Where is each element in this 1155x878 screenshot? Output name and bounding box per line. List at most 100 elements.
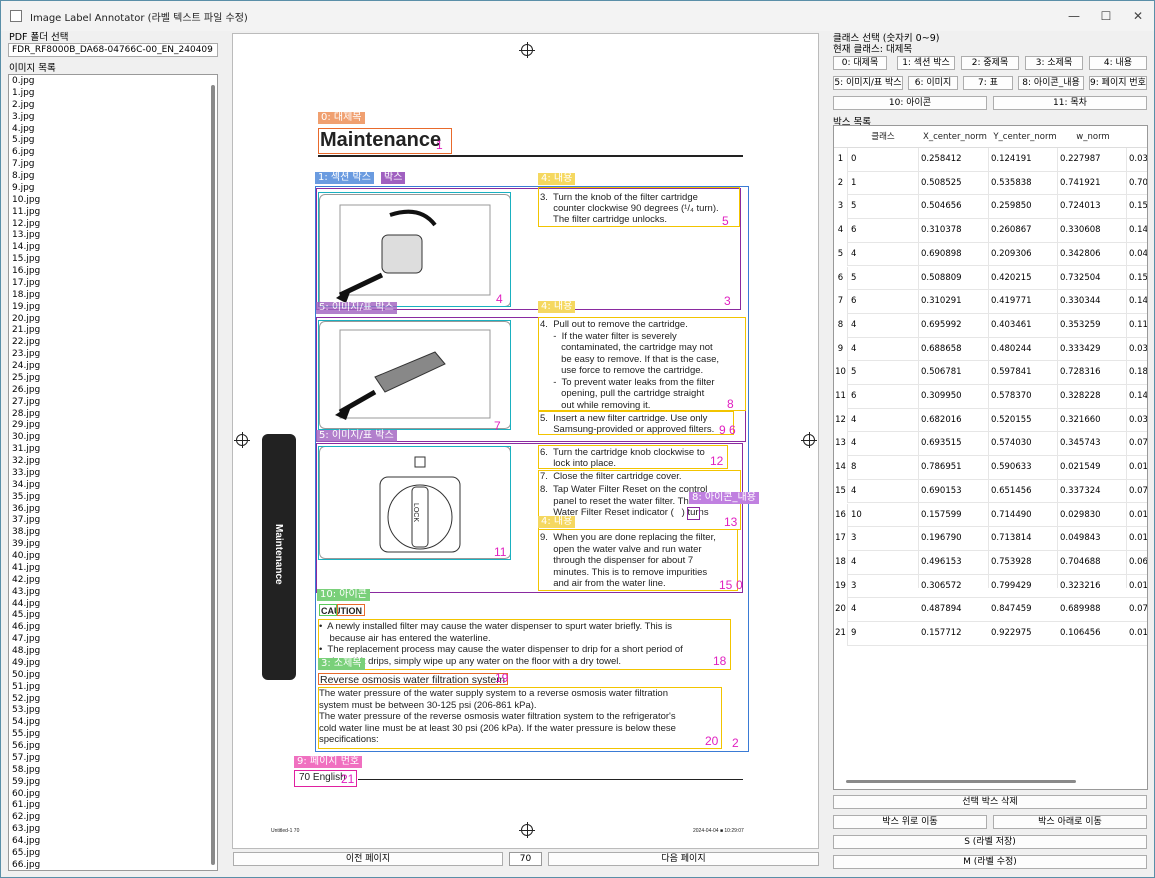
delete-box-button[interactable]: 선택 박스 삭제	[833, 795, 1147, 809]
image-list-item[interactable]: 32.jpg	[9, 455, 217, 467]
image-list-item[interactable]: 7.jpg	[9, 158, 217, 170]
image-list-item[interactable]: 53.jpg	[9, 704, 217, 716]
image-list-item[interactable]: 54.jpg	[9, 716, 217, 728]
image-list-item[interactable]: 40.jpg	[9, 550, 217, 562]
modify-label-button[interactable]: M (라벨 수정)	[833, 855, 1147, 869]
image-list-item[interactable]: 2.jpg	[9, 99, 217, 111]
image-list-item[interactable]: 3.jpg	[9, 111, 217, 123]
table-row[interactable]: 16 10 0.157599 0.714490 0.029830 0.01	[834, 503, 1147, 528]
class-button-0[interactable]: 0: 대제목	[833, 56, 887, 70]
image-list-item[interactable]: 25.jpg	[9, 372, 217, 384]
table-row[interactable]: 11 6 0.309950 0.578370 0.328228 0.14	[834, 385, 1147, 409]
image-list-item[interactable]: 52.jpg	[9, 693, 217, 705]
image-list-item[interactable]: 26.jpg	[9, 384, 217, 396]
image-list-item[interactable]: 50.jpg	[9, 669, 217, 681]
table-row[interactable]: 18 4 0.496153 0.753928 0.704688 0.06	[834, 550, 1147, 575]
close-button[interactable]: ✕	[1122, 1, 1154, 31]
image-list-item[interactable]: 33.jpg	[9, 467, 217, 479]
image-list-item[interactable]: 12.jpg	[9, 218, 217, 230]
table-row[interactable]: 5 4 0.690898 0.209306 0.342806 0.04	[834, 242, 1147, 267]
image-list-item[interactable]: 42.jpg	[9, 574, 217, 586]
image-list-item[interactable]: 61.jpg	[9, 799, 217, 811]
image-list-item[interactable]: 30.jpg	[9, 431, 217, 443]
image-list-item[interactable]: 60.jpg	[9, 788, 217, 800]
image-list-item[interactable]: 8.jpg	[9, 170, 217, 182]
image-list-item[interactable]: 44.jpg	[9, 598, 217, 610]
table-row[interactable]: 7 6 0.310291 0.419771 0.330344 0.14	[834, 290, 1147, 314]
table-row[interactable]: 9 4 0.688658 0.480244 0.333429 0.03	[834, 337, 1147, 362]
class-button-11[interactable]: 11: 목차	[993, 96, 1147, 110]
image-list-item[interactable]: 19.jpg	[9, 301, 217, 313]
box-table[interactable]: 클래스 X_center_norm Y_center_norm w_norm 1…	[833, 125, 1148, 790]
bbox-4[interactable]	[538, 187, 740, 227]
bbox-6[interactable]	[318, 320, 511, 430]
image-list-item[interactable]: 36.jpg	[9, 503, 217, 515]
image-list-item[interactable]: 57.jpg	[9, 752, 217, 764]
maximize-button[interactable]: ☐	[1090, 1, 1122, 31]
image-list-item[interactable]: 11.jpg	[9, 206, 217, 218]
image-list-item[interactable]: 6.jpg	[9, 146, 217, 158]
image-list-item[interactable]: 48.jpg	[9, 645, 217, 657]
image-list-item[interactable]: 21.jpg	[9, 324, 217, 336]
minimize-button[interactable]: —	[1058, 1, 1090, 31]
image-list-item[interactable]: 24.jpg	[9, 360, 217, 372]
class-button-4[interactable]: 4: 내용	[1089, 56, 1147, 70]
table-row[interactable]: 17 3 0.196790 0.713814 0.049843 0.01	[834, 527, 1147, 551]
move-box-down-button[interactable]: 박스 아래로 이동	[993, 815, 1147, 829]
bbox-11[interactable]	[538, 445, 728, 469]
image-list-scrollbar[interactable]	[211, 85, 215, 865]
image-list-item[interactable]: 58.jpg	[9, 764, 217, 776]
image-list-item[interactable]: 0.jpg	[9, 75, 217, 87]
bbox-16[interactable]	[337, 604, 365, 616]
table-row[interactable]: 12 4 0.682016 0.520155 0.321660 0.03	[834, 408, 1147, 433]
bbox-10[interactable]	[318, 446, 511, 560]
next-page-button[interactable]: 다음 페이지	[548, 852, 819, 866]
folder-select[interactable]: FDR_RF8000B_DA68-04766C-00_EN_240409 ⌄	[8, 43, 218, 57]
table-row[interactable]: 15 4 0.690153 0.651456 0.337324 0.07	[834, 479, 1147, 504]
table-row[interactable]: 6 5 0.508809 0.420215 0.732504 0.15	[834, 266, 1147, 291]
image-list-item[interactable]: 1.jpg	[9, 87, 217, 99]
image-list-item[interactable]: 37.jpg	[9, 514, 217, 526]
table-row[interactable]: 8 4 0.695992 0.403461 0.353259 0.11	[834, 313, 1147, 338]
image-list-item[interactable]: 35.jpg	[9, 491, 217, 503]
table-row[interactable]: 20 4 0.487894 0.847459 0.689988 0.07	[834, 598, 1147, 622]
bbox-17[interactable]	[318, 619, 731, 670]
class-button-3[interactable]: 3: 소제목	[1025, 56, 1083, 70]
document-canvas[interactable]: Maintenance Maintenance LOCK 3. Turn the…	[232, 33, 819, 849]
image-list-item[interactable]: 66.jpg	[9, 859, 217, 870]
bbox-18[interactable]	[318, 673, 508, 685]
image-list-item[interactable]: 43.jpg	[9, 586, 217, 598]
class-button-9[interactable]: 9: 페이지 번호	[1089, 76, 1147, 90]
image-list-item[interactable]: 56.jpg	[9, 740, 217, 752]
save-label-button[interactable]: S (라벨 저장)	[833, 835, 1147, 849]
image-list-item[interactable]: 20.jpg	[9, 313, 217, 325]
table-row[interactable]: 4 6 0.310378 0.260867 0.330608 0.14	[834, 219, 1147, 243]
image-list-item[interactable]: 10.jpg	[9, 194, 217, 206]
table-row[interactable]: 1 0 0.258412 0.124191 0.227987 0.03	[834, 148, 1147, 172]
image-list-item[interactable]: 55.jpg	[9, 728, 217, 740]
image-list-item[interactable]: 13.jpg	[9, 229, 217, 241]
image-list-item[interactable]: 41.jpg	[9, 562, 217, 574]
table-row[interactable]: 2 1 0.508525 0.535838 0.741921 0.70	[834, 171, 1147, 196]
image-list-item[interactable]: 38.jpg	[9, 526, 217, 538]
image-list-item[interactable]: 47.jpg	[9, 633, 217, 645]
class-button-7[interactable]: 7: 표	[963, 76, 1013, 90]
image-list-item[interactable]: 9.jpg	[9, 182, 217, 194]
table-row[interactable]: 10 5 0.506781 0.597841 0.728316 0.18	[834, 361, 1147, 385]
bbox-3[interactable]	[318, 192, 511, 307]
image-list-item[interactable]: 27.jpg	[9, 396, 217, 408]
bbox-19[interactable]	[318, 687, 722, 749]
image-list-item[interactable]: 51.jpg	[9, 681, 217, 693]
image-list-item[interactable]: 23.jpg	[9, 348, 217, 360]
class-button-6[interactable]: 6: 이미지	[908, 76, 958, 90]
class-button-1[interactable]: 1: 섹션 박스	[897, 56, 955, 70]
image-list-item[interactable]: 34.jpg	[9, 479, 217, 491]
image-list-item[interactable]: 59.jpg	[9, 776, 217, 788]
table-row[interactable]: 13 4 0.693515 0.574030 0.345743 0.07	[834, 432, 1147, 457]
image-list-item[interactable]: 29.jpg	[9, 419, 217, 431]
table-hscrollbar[interactable]	[846, 780, 1076, 783]
table-row[interactable]: 21 9 0.157712 0.922975 0.106456 0.01	[834, 622, 1147, 646]
image-list-item[interactable]: 49.jpg	[9, 657, 217, 669]
image-list[interactable]: 0.jpg 1.jpg 2.jpg 3.jpg 4.jpg 5.jpg 6.jpg 7.jpg…	[8, 74, 218, 871]
move-box-up-button[interactable]: 박스 위로 이동	[833, 815, 987, 829]
